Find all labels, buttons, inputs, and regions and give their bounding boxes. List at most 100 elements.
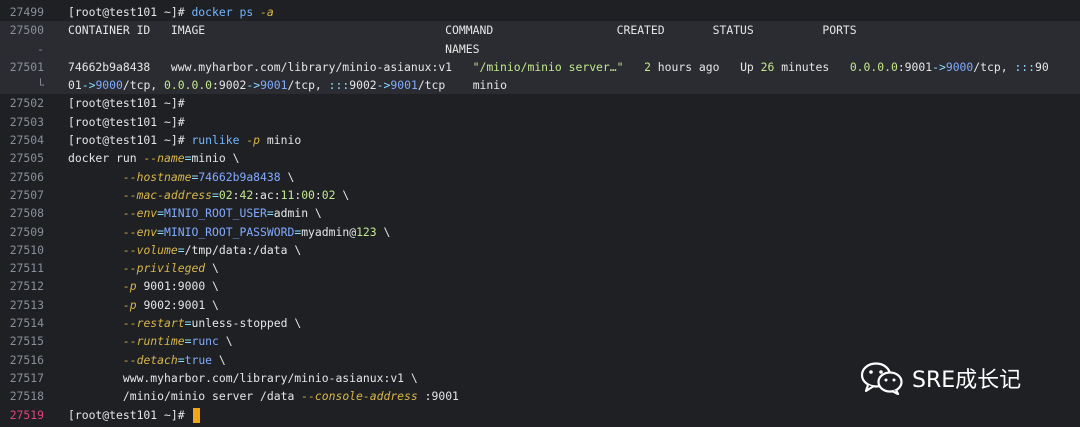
text-segment: 123: [356, 224, 377, 239]
line-content: 74662b9a8438 www.myharbor.com/library/mi…: [44, 58, 1080, 76]
line-content: [root@test101 ~]# docker ps -a: [44, 3, 1080, 21]
text-segment: [root@test101 ~]#: [68, 407, 192, 422]
text-segment: =: [157, 224, 165, 239]
text-segment: [623, 60, 644, 74]
terminal-line: 27506 --hostname=74662b9a8438 \: [0, 168, 1080, 186]
text-segment: /tcp minio: [417, 78, 507, 93]
text-segment: 9001:9000 \: [136, 279, 219, 294]
text-segment: [68, 170, 123, 184]
text-segment: -p: [246, 133, 261, 148]
line-number: 27513: [9, 297, 44, 312]
text-segment: [68, 279, 123, 293]
line-number: 27510: [9, 242, 44, 257]
text-segment: 74662b9a8438: [198, 169, 281, 184]
text-segment: \: [280, 169, 295, 184]
line-number: 27518: [9, 389, 44, 404]
text-segment: /tcp,: [122, 78, 165, 93]
terminal-line: 27504 [root@test101 ~]# runlike -p minio: [0, 131, 1080, 149]
text-segment: 0.0.0.0: [849, 59, 898, 74]
terminal-line: 27511 --privileged \: [0, 259, 1080, 277]
text-segment: [root@test101 ~]#: [68, 114, 185, 129]
text-segment: 26: [760, 59, 775, 74]
text-segment: =: [266, 206, 274, 221]
text-segment: 9001: [260, 78, 288, 93]
terminal-line: 27499 [root@test101 ~]# docker ps -a: [0, 3, 1080, 21]
terminal-line: 27519 [root@test101 ~]#: [0, 406, 1080, 424]
text-segment: [68, 353, 123, 367]
text-segment: runlike: [191, 133, 247, 148]
terminal-line: 27507 --mac-address=02:42:ac:11:00:02 \: [0, 186, 1080, 204]
line-content: [root@test101 ~]#: [44, 406, 1080, 424]
line-content: --privileged \: [44, 259, 1080, 277]
text-segment: [root@test101 ~]#: [68, 96, 185, 111]
text-segment: --console-address: [301, 389, 418, 404]
terminal-line: 27508 --env=MINIO_ROOT_USER=admin \: [0, 204, 1080, 222]
text-segment: =: [177, 352, 185, 367]
text-cursor: [193, 407, 201, 423]
text-segment: \: [335, 187, 350, 202]
text-segment: [68, 243, 123, 257]
terminal-line: 27502 [root@test101 ~]#: [0, 94, 1080, 112]
text-segment: 02: [321, 187, 336, 202]
text-segment: MINIO_ROOT_USER: [164, 206, 267, 221]
text-segment: docker run: [68, 151, 144, 166]
line-content: [root@test101 ~]#: [44, 94, 1080, 112]
text-segment: MINIO_ROOT_PASSWORD: [164, 224, 295, 239]
terminal-line: 27500 CONTAINER ID IMAGE COMMAND CREATED …: [0, 21, 1080, 40]
line-number: 27503: [9, 114, 44, 129]
line-content: --env=MINIO_ROOT_PASSWORD=myadmin@123 \: [44, 223, 1080, 241]
text-segment: true: [184, 352, 213, 367]
text-segment: [68, 188, 123, 202]
text-segment: /tcp,: [287, 78, 329, 93]
line-content: -p 9002:9001 \: [44, 296, 1080, 314]
text-segment: CONTAINER ID IMAGE COMMAND CREATED STATU…: [68, 23, 857, 38]
text-segment: \: [376, 224, 391, 239]
terminal-line: └ 01->9000/tcp, 0.0.0.0:9002->9001/tcp, :…: [0, 76, 1080, 95]
text-segment: ->: [246, 78, 261, 93]
text-segment: ->: [81, 78, 96, 93]
text-segment: -p: [122, 297, 137, 312]
text-segment: docker ps: [191, 5, 261, 19]
text-segment: =: [177, 242, 185, 257]
text-segment: minutes: [774, 59, 850, 74]
text-segment: minio \: [191, 151, 240, 166]
text-segment: "/minio/minio server…": [472, 59, 624, 74]
text-segment: 9002: [349, 78, 377, 93]
line-number: 27506: [9, 169, 44, 184]
text-segment: -p: [122, 279, 137, 294]
text-segment: --env: [122, 206, 158, 221]
text-segment: NAMES: [68, 41, 480, 56]
terminal-line: 27505 docker run --name=minio \: [0, 149, 1080, 167]
line-number: 27501: [9, 59, 44, 74]
line-content: --restart=unless-stopped \: [44, 314, 1080, 332]
line-number: 27504: [9, 133, 44, 148]
text-segment: 2: [644, 59, 651, 74]
terminal-line: 27512 -p 9001:9000 \: [0, 277, 1080, 295]
text-segment: [root@test101 ~]#: [68, 133, 192, 148]
text-segment: /minio/minio server /data: [68, 389, 302, 404]
text-segment: \: [218, 334, 233, 349]
line-number: 27502: [9, 96, 44, 111]
line-content: NAMES: [44, 40, 1080, 58]
text-segment: --env: [122, 224, 158, 239]
line-number: 27499: [9, 5, 44, 19]
watermark: SRE成长记: [860, 360, 1021, 396]
text-segment: 42: [239, 187, 254, 202]
text-segment: 11: [280, 187, 295, 202]
text-segment: :: [314, 187, 322, 202]
text-segment: 9000: [95, 78, 123, 93]
text-segment: [root@test101 ~]#: [68, 5, 192, 19]
line-content: [root@test101 ~]# runlike -p minio: [44, 131, 1080, 149]
terminal-line: 27513 -p 9002:9001 \: [0, 296, 1080, 314]
text-segment: [68, 261, 123, 275]
text-segment: 00: [301, 187, 315, 202]
text-segment: /tcp,: [973, 59, 1015, 74]
line-number: 27511: [9, 261, 44, 276]
terminal-line: 27503 [root@test101 ~]#: [0, 113, 1080, 131]
line-content: --volume=/tmp/data:/data \: [44, 241, 1080, 259]
text-segment: --volume: [122, 242, 178, 257]
text-segment: :9002: [212, 78, 247, 93]
line-content: --runtime=runc \: [44, 332, 1080, 350]
line-number: 27512: [9, 279, 44, 294]
text-segment: \: [212, 352, 226, 367]
